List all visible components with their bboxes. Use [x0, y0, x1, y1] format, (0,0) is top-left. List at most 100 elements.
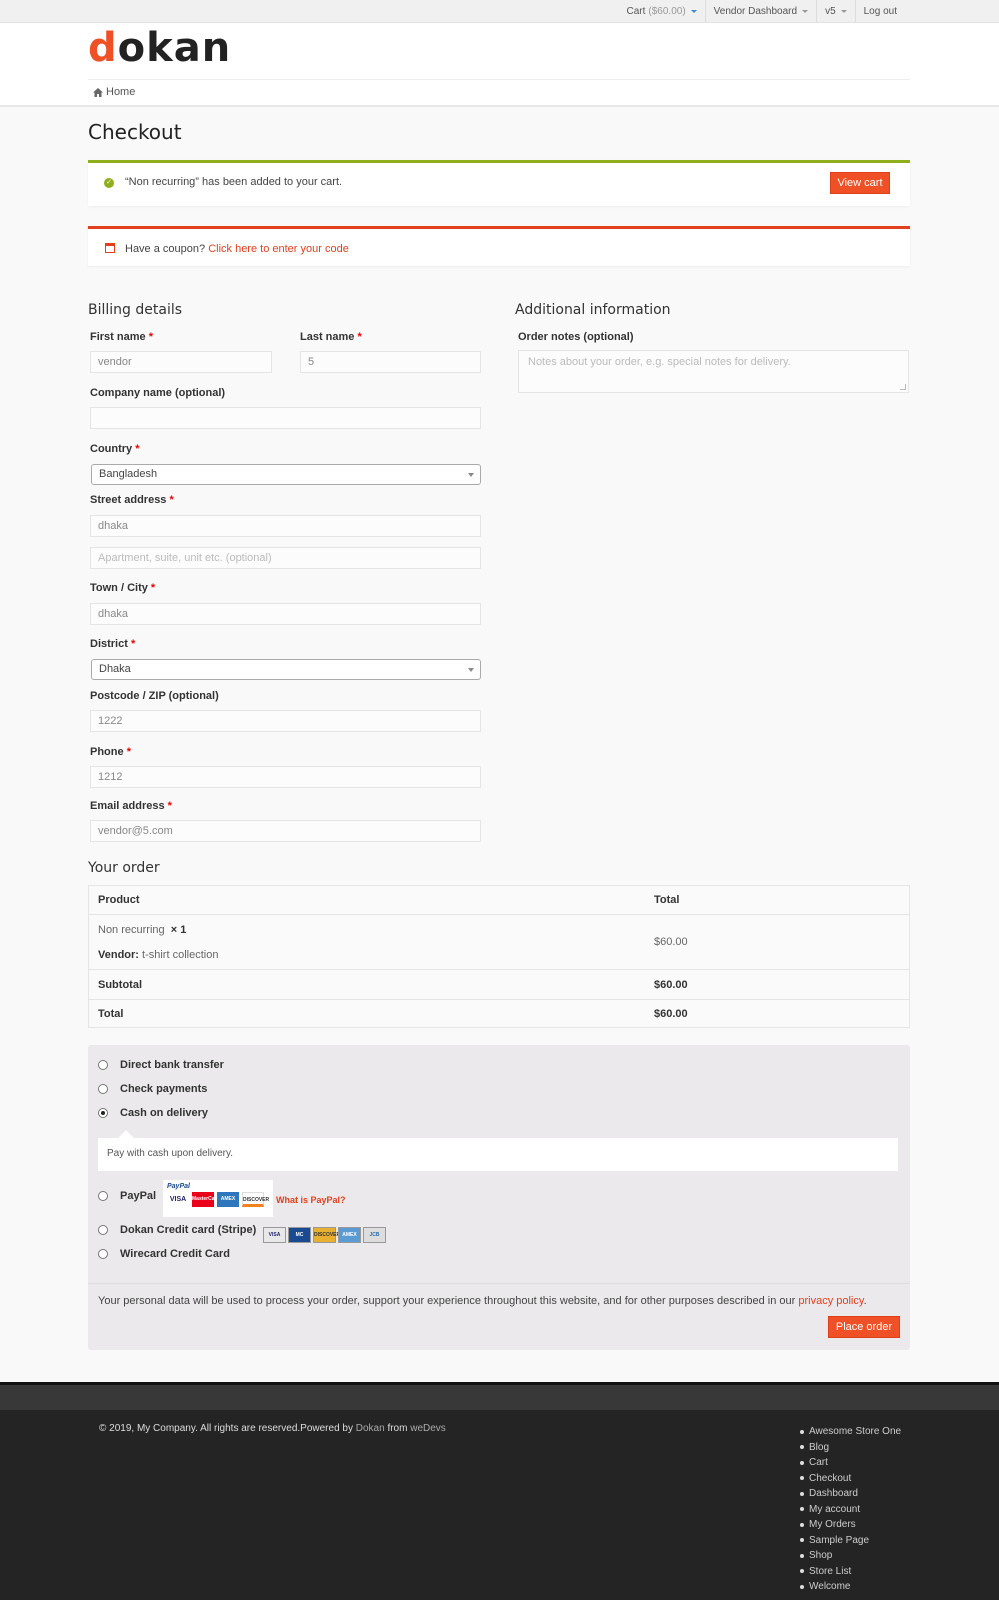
email-label: Email address *	[90, 800, 172, 812]
radio-button-selected[interactable]	[98, 1108, 108, 1118]
cart-menu[interactable]: Cart ($60.00)	[619, 0, 706, 23]
dokan-link[interactable]: Dokan	[356, 1423, 385, 1434]
payment-method-bacs[interactable]: Direct bank transfer	[98, 1059, 224, 1071]
last-name-input[interactable]: 5	[300, 351, 481, 373]
city-input[interactable]: dhaka	[90, 603, 481, 625]
home-label: Home	[106, 86, 136, 98]
footer-link[interactable]: Store List	[800, 1564, 901, 1580]
cart-label: Cart	[626, 6, 646, 17]
payment-method-cheque[interactable]: Check payments	[98, 1083, 207, 1095]
site-footer: © 2019, My Company. All rights are reser…	[0, 1410, 999, 1600]
company-input[interactable]	[90, 407, 481, 429]
street-address-input[interactable]: dhaka	[90, 515, 481, 537]
chevron-down-icon	[802, 10, 809, 13]
footer-link[interactable]: Sample Page	[800, 1533, 901, 1549]
mastercard-icon: MC	[288, 1227, 311, 1243]
item-name: Non recurring	[98, 924, 165, 936]
stripe-card-logos: VISA MC DISCOVER AMEX JCB	[263, 1227, 386, 1243]
user-label: v5	[825, 6, 836, 17]
view-cart-button[interactable]: View cart	[830, 172, 890, 194]
payment-method-cod[interactable]: Cash on delivery	[98, 1107, 208, 1119]
calendar-icon	[105, 243, 115, 253]
order-notes-textarea[interactable]: Notes about your order, e.g. special not…	[518, 350, 909, 393]
required-mark: *	[150, 582, 156, 594]
cart-amount: ($60.00)	[648, 6, 686, 17]
radio-button[interactable]	[98, 1225, 108, 1235]
street-label: Street address *	[90, 494, 174, 506]
radio-button[interactable]	[98, 1084, 108, 1094]
payment-method-label: Check payments	[120, 1083, 208, 1095]
chevron-down-icon	[840, 10, 847, 13]
payment-method-label: Direct bank transfer	[120, 1059, 224, 1071]
city-label: Town / City *	[90, 582, 155, 594]
country-select[interactable]: Bangladesh	[91, 464, 481, 485]
place-order-button[interactable]: Place order	[828, 1316, 900, 1338]
wedevs-link[interactable]: weDevs	[410, 1423, 446, 1434]
footer-link[interactable]: Welcome	[800, 1579, 901, 1595]
footer-link[interactable]: Dashboard	[800, 1486, 901, 1502]
vendor-dashboard-label: Vendor Dashboard	[713, 6, 798, 17]
radio-button[interactable]	[98, 1060, 108, 1070]
footer-link[interactable]: My Orders	[800, 1517, 901, 1533]
dropdown-arrow-icon	[468, 473, 474, 477]
copyright-text: © 2019, My Company. All rights are reser…	[99, 1423, 353, 1434]
vendor-dashboard-menu[interactable]: Vendor Dashboard	[706, 0, 818, 23]
footer-link[interactable]: Blog	[800, 1440, 901, 1456]
logo-accent: d	[88, 25, 118, 71]
payment-method-stripe[interactable]: Dokan Credit card (Stripe)	[98, 1224, 256, 1236]
radio-button[interactable]	[98, 1249, 108, 1259]
breadcrumb-home[interactable]: Home	[93, 86, 135, 98]
total-label: Total	[98, 1008, 124, 1020]
radio-button[interactable]	[98, 1191, 108, 1201]
required-mark: *	[130, 638, 136, 650]
site-logo[interactable]: dokan	[88, 25, 231, 71]
subtotal-row: Subtotal $60.00	[89, 970, 909, 1000]
mastercard-icon: MasterCard	[192, 1192, 220, 1207]
payment-method-label: Wirecard Credit Card	[120, 1248, 230, 1260]
first-name-label-text: First name	[90, 331, 146, 343]
user-menu[interactable]: v5	[817, 0, 856, 23]
email-label-text: Email address	[90, 800, 165, 812]
billing-heading: Billing details	[88, 302, 183, 318]
visa-icon: VISA	[263, 1227, 286, 1243]
footer-link[interactable]: My account	[800, 1502, 901, 1518]
coupon-link[interactable]: Click here to enter your code	[208, 243, 349, 255]
footer-widget-bar	[0, 1382, 999, 1410]
payment-section: Direct bank transfer Check payments Cash…	[88, 1045, 910, 1350]
email-input[interactable]: vendor@5.com	[90, 820, 481, 842]
home-icon	[93, 87, 103, 97]
vendor-info: Vendor: t-shirt collection	[98, 949, 218, 961]
footer-link[interactable]: Awesome Store One	[800, 1424, 901, 1440]
required-mark: *	[126, 746, 131, 758]
coupon-notice: Have a coupon? Click here to enter your …	[88, 226, 910, 266]
district-select[interactable]: Dhaka	[91, 659, 481, 680]
logout-link[interactable]: Log out	[856, 0, 905, 23]
payment-divider	[88, 1283, 910, 1284]
payment-method-wirecard[interactable]: Wirecard Credit Card	[98, 1248, 230, 1260]
footer-link[interactable]: Checkout	[800, 1471, 901, 1487]
payment-method-label: PayPal	[120, 1190, 157, 1202]
vendor-name: t-shirt collection	[142, 949, 219, 961]
district-value: Dhaka	[99, 663, 131, 675]
top-nav: Cart ($60.00) Vendor Dashboard v5 Log ou…	[619, 0, 906, 23]
phone-input[interactable]: 1212	[90, 766, 481, 788]
footer-link[interactable]: Shop	[800, 1548, 901, 1564]
payment-method-label: Dokan Credit card (Stripe)	[120, 1224, 257, 1236]
apartment-input[interactable]: Apartment, suite, unit etc. (optional)	[90, 547, 481, 569]
item-total: $60.00	[654, 936, 688, 948]
privacy-policy-link[interactable]: privacy policy	[798, 1295, 863, 1307]
what-is-paypal-link[interactable]: What is PayPal?	[276, 1195, 346, 1205]
resize-handle-icon[interactable]	[900, 384, 906, 390]
required-mark: *	[357, 331, 362, 343]
logo-text: okan	[117, 25, 232, 71]
vendor-label: Vendor:	[98, 949, 139, 961]
first-name-input[interactable]: vendor	[90, 351, 272, 373]
discover-icon: DISCOVER	[313, 1227, 340, 1243]
last-name-label-text: Last name	[300, 331, 355, 343]
item-qty: × 1	[170, 924, 187, 936]
postcode-input[interactable]: 1222	[90, 710, 481, 732]
payment-method-paypal[interactable]: PayPal	[98, 1190, 156, 1202]
footer-link[interactable]: Cart	[800, 1455, 901, 1471]
required-mark: *	[167, 800, 172, 812]
col-product-header: Product	[98, 894, 140, 906]
